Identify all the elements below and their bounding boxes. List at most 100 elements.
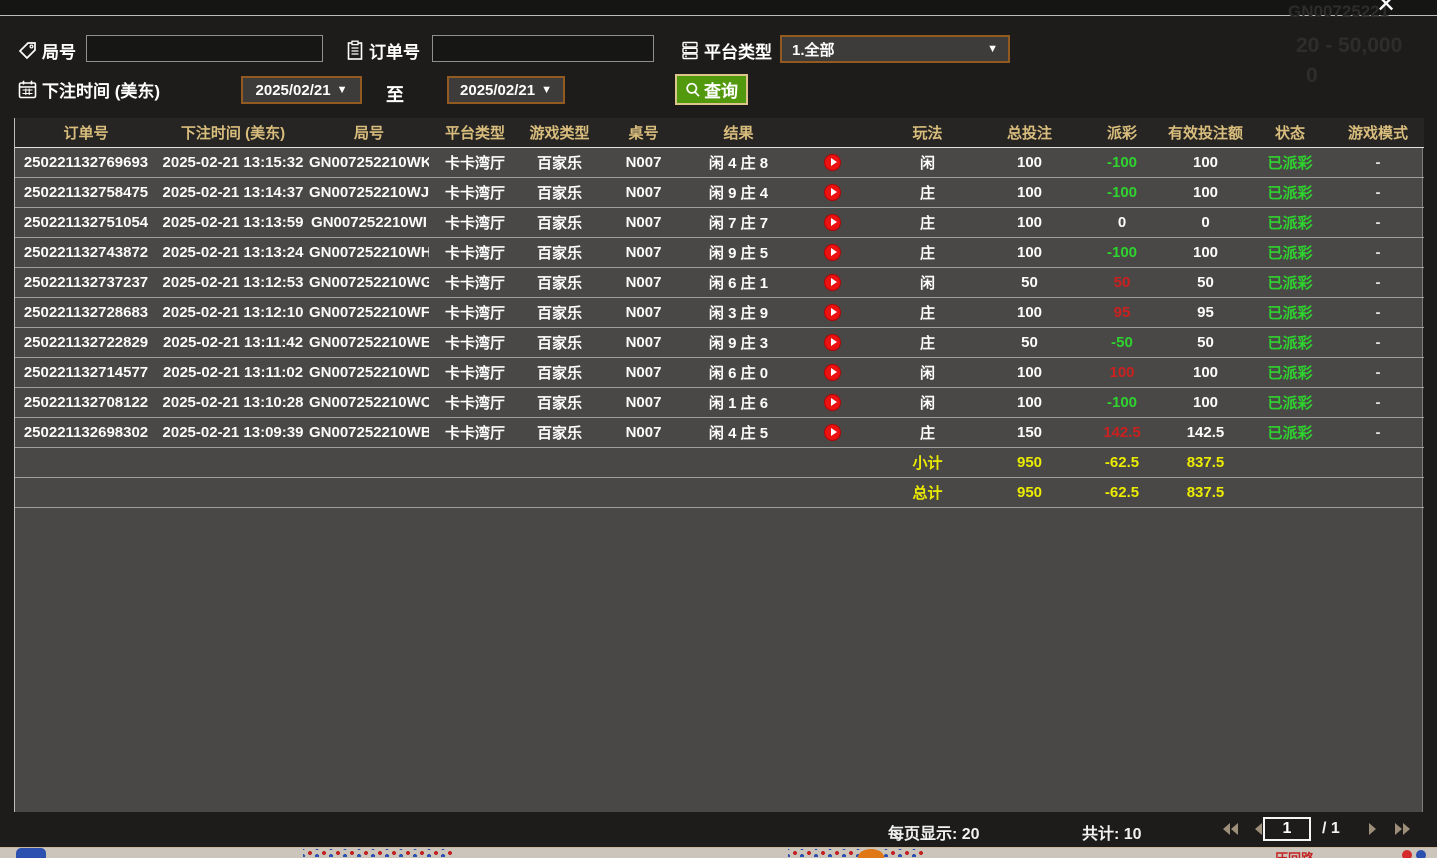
- table-row: 250221132722829 2025-02-21 13:11:42 GN00…: [15, 327, 1424, 357]
- replay-icon[interactable]: [824, 154, 841, 171]
- cell-valid-bet: 100: [1163, 237, 1248, 267]
- cell-total-bet: 150: [978, 417, 1081, 447]
- replay-icon[interactable]: [824, 184, 841, 201]
- header-table-no: 桌号: [598, 118, 689, 147]
- chevron-down-icon: ▼: [337, 84, 348, 96]
- cell-result: 闲 7 庄 7: [689, 207, 788, 237]
- date-from-select[interactable]: 2025/02/21 ▼: [241, 76, 362, 104]
- next-page-icon[interactable]: [1362, 819, 1384, 839]
- cell-bet-time: 2025-02-21 13:12:10: [157, 297, 309, 327]
- cell-play: 庄: [877, 207, 978, 237]
- cell-table-no: N007: [598, 147, 689, 177]
- cell-play: 庄: [877, 177, 978, 207]
- cell-replay: [788, 267, 877, 297]
- cell-play: 庄: [877, 417, 978, 447]
- replay-icon[interactable]: [824, 274, 841, 291]
- last-page-icon[interactable]: [1392, 819, 1414, 839]
- table-row: 250221132743872 2025-02-21 13:13:24 GN00…: [15, 237, 1424, 267]
- cell-replay: [788, 207, 877, 237]
- replay-icon[interactable]: [824, 364, 841, 381]
- cell-result: 闲 9 庄 3: [689, 327, 788, 357]
- search-button[interactable]: 查询: [675, 74, 748, 105]
- cell-table-no: N007: [598, 357, 689, 387]
- replay-icon[interactable]: [824, 244, 841, 261]
- subtotal-label: 小计: [877, 447, 978, 477]
- subtotal-total-bet: 950: [978, 447, 1081, 477]
- cell-status: 已派彩: [1248, 387, 1332, 417]
- platform-type-select[interactable]: 1.全部 ▼: [780, 35, 1010, 63]
- first-page-icon[interactable]: [1219, 819, 1241, 839]
- cell-bet-time: 2025-02-21 13:09:39: [157, 417, 309, 447]
- cell-status: 已派彩: [1248, 237, 1332, 267]
- search-button-label: 查询: [704, 77, 738, 102]
- cell-game-type: 百家乐: [521, 237, 598, 267]
- table-row: 250221132714577 2025-02-21 13:11:02 GN00…: [15, 357, 1424, 387]
- order-number-input[interactable]: [432, 35, 654, 62]
- total-row: 总计 950 -62.5 837.5: [15, 477, 1424, 507]
- header-result: 结果: [689, 118, 788, 147]
- cell-bet-time: 2025-02-21 13:13:59: [157, 207, 309, 237]
- cell-game-type: 百家乐: [521, 387, 598, 417]
- date-range-to-label: 至: [386, 81, 404, 107]
- cell-total-bet: 100: [978, 297, 1081, 327]
- cell-table-no: N007: [598, 207, 689, 237]
- underlying-game-strip: 压回路: [0, 848, 1437, 858]
- cell-order-id: 250221132769693: [15, 147, 157, 177]
- table-row: 250221132758475 2025-02-21 13:14:37 GN00…: [15, 177, 1424, 207]
- cell-table-no: N007: [598, 417, 689, 447]
- cell-replay: [788, 177, 877, 207]
- subtotal-payout: -62.5: [1081, 447, 1163, 477]
- cell-total-bet: 50: [978, 327, 1081, 357]
- cell-bet-time: 2025-02-21 13:14:37: [157, 177, 309, 207]
- replay-icon[interactable]: [824, 214, 841, 231]
- page-size-label: 每页显示: 20: [888, 820, 980, 844]
- cell-platform: 卡卡湾厅: [429, 177, 521, 207]
- cell-valid-bet: 100: [1163, 147, 1248, 177]
- tag-icon: [17, 40, 38, 61]
- order-number-label: 订单号: [369, 38, 420, 63]
- calendar-icon: [17, 79, 38, 100]
- cell-bet-time: 2025-02-21 13:11:02: [157, 357, 309, 387]
- cell-game-mode: -: [1332, 387, 1424, 417]
- replay-icon[interactable]: [824, 394, 841, 411]
- cell-valid-bet: 50: [1163, 327, 1248, 357]
- round-number-input[interactable]: [86, 35, 323, 62]
- cell-replay: [788, 327, 877, 357]
- replay-icon[interactable]: [824, 424, 841, 441]
- cell-table-no: N007: [598, 237, 689, 267]
- cell-game-type: 百家乐: [521, 327, 598, 357]
- replay-icon[interactable]: [824, 334, 841, 351]
- cell-platform: 卡卡湾厅: [429, 327, 521, 357]
- replay-icon[interactable]: [824, 304, 841, 321]
- cell-bet-time: 2025-02-21 13:10:28: [157, 387, 309, 417]
- page-number-input[interactable]: [1263, 817, 1311, 841]
- date-to-select[interactable]: 2025/02/21 ▼: [447, 76, 565, 104]
- cell-order-id: 250221132728683: [15, 297, 157, 327]
- cell-game-mode: -: [1332, 327, 1424, 357]
- date-from-value: 2025/02/21: [256, 82, 331, 99]
- clipboard-icon: [345, 40, 365, 61]
- header-payout: 派彩: [1081, 118, 1163, 147]
- cell-round-id: GN007252210WG: [309, 267, 429, 297]
- close-icon[interactable]: ✕: [1372, 0, 1400, 17]
- date-to-value: 2025/02/21: [460, 82, 535, 99]
- chevron-down-icon: ▼: [987, 43, 998, 55]
- cell-total-bet: 50: [978, 267, 1081, 297]
- cell-order-id: 250221132714577: [15, 357, 157, 387]
- cell-result: 闲 6 庄 0: [689, 357, 788, 387]
- cell-play: 闲: [877, 357, 978, 387]
- betting-records-modal: GN00725221 20 - 50,000 0 局号 订单号: [0, 15, 1437, 848]
- header-valid-bet: 有效投注额: [1163, 118, 1248, 147]
- cell-play: 闲: [877, 387, 978, 417]
- header-platform: 平台类型: [429, 118, 521, 147]
- cell-status: 已派彩: [1248, 357, 1332, 387]
- header-replay: [788, 118, 877, 147]
- cell-platform: 卡卡湾厅: [429, 147, 521, 177]
- table-header-row: 订单号 下注时间 (美东) 局号 平台类型 游戏类型 桌号 结果 玩法 总投注 …: [15, 118, 1424, 147]
- cell-status: 已派彩: [1248, 207, 1332, 237]
- cell-play: 庄: [877, 327, 978, 357]
- cell-replay: [788, 147, 877, 177]
- cell-total-bet: 100: [978, 177, 1081, 207]
- round-number-label: 局号: [42, 38, 76, 63]
- cell-payout: -100: [1081, 177, 1163, 207]
